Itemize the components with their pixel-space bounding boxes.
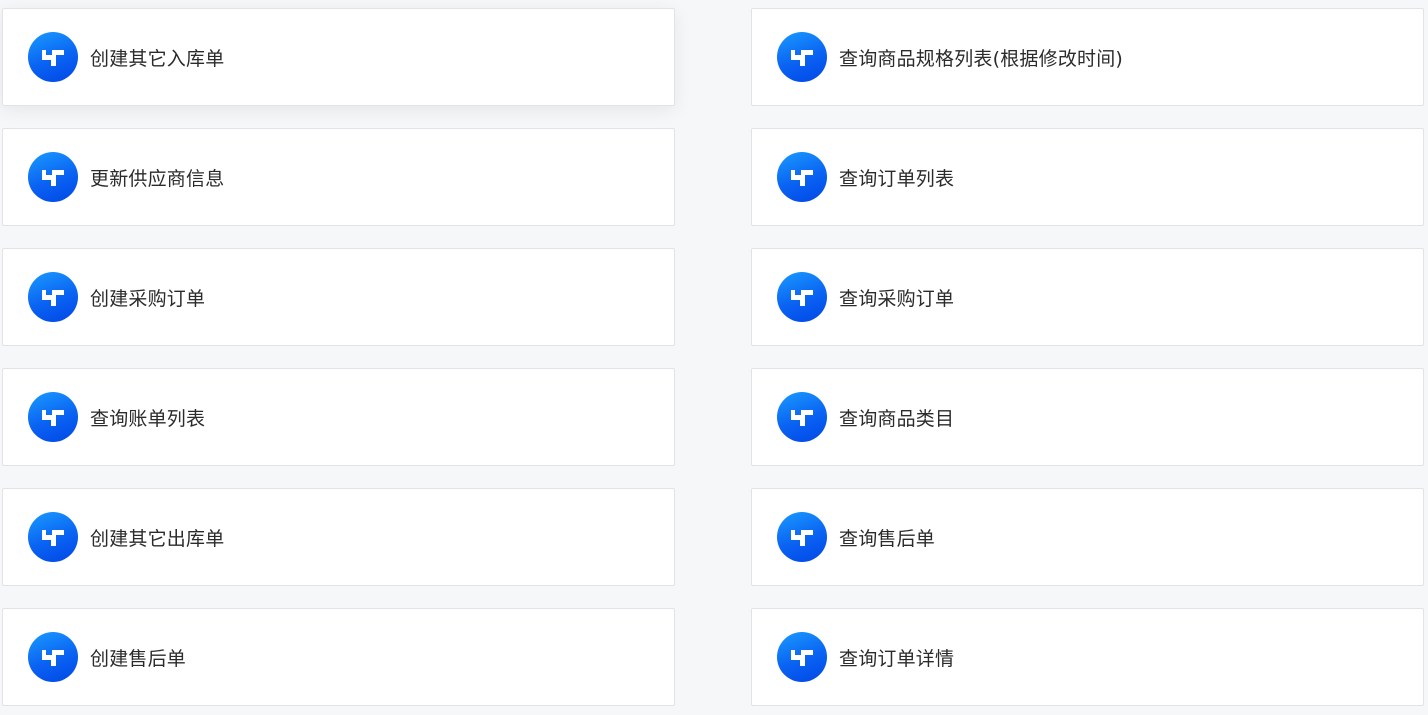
action-card-label: 创建其它出库单 [90,527,225,550]
brand-logo-icon [28,512,78,562]
action-card-label: 查询订单详情 [839,647,955,670]
brand-logo-icon [777,512,827,562]
action-card-label: 查询售后单 [839,527,936,550]
action-card-query-purchase-order[interactable]: 查询采购订单 [751,248,1424,346]
brand-logo-icon [28,152,78,202]
brand-logo-icon [777,152,827,202]
action-card-grid: 创建其它入库单 查询商品规格列表(根据修改时间) 更新供应商信息 查询订单列表 … [0,0,1428,715]
action-card-label: 创建其它入库单 [90,47,225,70]
action-card-label: 更新供应商信息 [90,167,225,190]
action-card-query-after-sale[interactable]: 查询售后单 [751,488,1424,586]
action-card-query-order-detail[interactable]: 查询订单详情 [751,608,1424,706]
action-card-create-other-outbound[interactable]: 创建其它出库单 [2,488,675,586]
action-card-create-purchase-order[interactable]: 创建采购订单 [2,248,675,346]
action-card-query-order-list[interactable]: 查询订单列表 [751,128,1424,226]
brand-logo-icon [777,272,827,322]
action-card-label: 查询商品类目 [839,407,955,430]
brand-logo-icon [28,392,78,442]
action-card-create-after-sale[interactable]: 创建售后单 [2,608,675,706]
brand-logo-icon [777,392,827,442]
action-card-label: 查询账单列表 [90,407,206,430]
action-card-label: 查询商品规格列表(根据修改时间) [839,47,1124,70]
brand-logo-icon [28,272,78,322]
brand-logo-icon [777,632,827,682]
action-card-label: 创建售后单 [90,647,187,670]
brand-logo-icon [777,32,827,82]
action-card-query-product-category[interactable]: 查询商品类目 [751,368,1424,466]
action-card-label: 查询订单列表 [839,167,955,190]
brand-logo-icon [28,632,78,682]
action-card-create-other-inbound[interactable]: 创建其它入库单 [2,8,675,106]
action-card-update-supplier-info[interactable]: 更新供应商信息 [2,128,675,226]
action-card-query-sku-list-by-modified-time[interactable]: 查询商品规格列表(根据修改时间) [751,8,1424,106]
action-card-label: 创建采购订单 [90,287,206,310]
action-card-label: 查询采购订单 [839,287,955,310]
brand-logo-icon [28,32,78,82]
action-card-query-bill-list[interactable]: 查询账单列表 [2,368,675,466]
